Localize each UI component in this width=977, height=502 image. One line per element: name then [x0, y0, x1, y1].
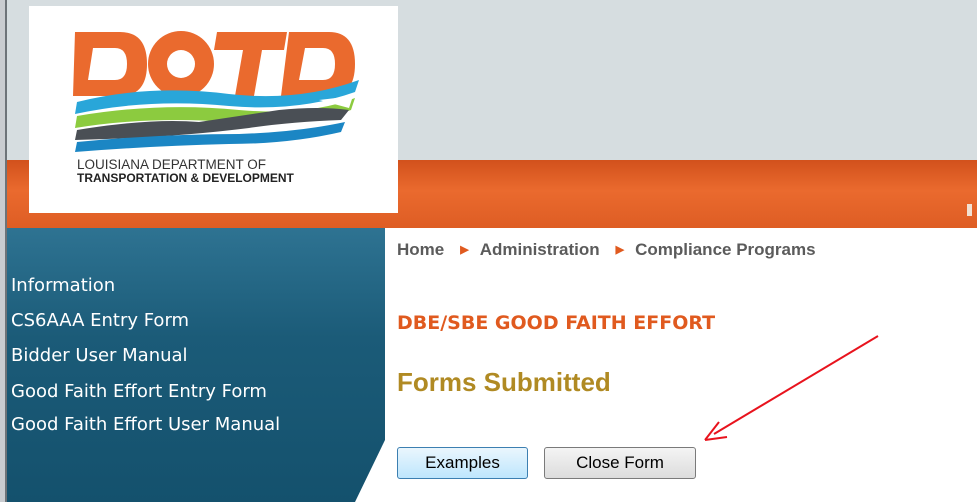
logo-line-1: LOUISIANA DEPARTMENT OF: [77, 157, 266, 172]
annotation-arrow-icon: [704, 335, 879, 441]
window-left-edge: [0, 0, 7, 502]
page-title: Forms Submitted: [397, 367, 611, 397]
sidebar-corner: [355, 440, 385, 502]
chevron-right-icon: ▶: [615, 244, 625, 256]
sidebar-item-gfe-entry-form[interactable]: Good Faith Effort Entry Form: [11, 381, 267, 402]
breadcrumb-administration[interactable]: Administration: [480, 240, 600, 260]
breadcrumb: Home ▶ Administration ▶ Compliance Programs: [397, 240, 816, 260]
close-form-button[interactable]: Close Form: [544, 447, 696, 479]
dotd-logo[interactable]: LOUISIANA DEPARTMENT OF TRANSPORTATION &…: [29, 6, 398, 213]
breadcrumb-home[interactable]: Home: [397, 240, 444, 260]
chevron-right-icon: ▶: [460, 244, 469, 256]
examples-button[interactable]: Examples: [397, 447, 528, 479]
breadcrumb-compliance-programs[interactable]: Compliance Programs: [635, 240, 815, 260]
header-marker: [967, 204, 972, 216]
sidebar-item-information[interactable]: Information: [11, 275, 115, 296]
dotd-logo-graphic: LOUISIANA DEPARTMENT OF TRANSPORTATION &…: [73, 31, 359, 185]
section-heading: DBE/SBE GOOD FAITH EFFORT: [397, 312, 716, 334]
sidebar-item-gfe-user-manual[interactable]: Good Faith Effort User Manual: [11, 414, 280, 435]
sidebar-item-bidder-user-manual[interactable]: Bidder User Manual: [11, 345, 188, 366]
logo-line-2: TRANSPORTATION & DEVELOPMENT: [77, 171, 295, 185]
sidebar-item-cs6aaa-entry-form[interactable]: CS6AAA Entry Form: [11, 310, 189, 331]
